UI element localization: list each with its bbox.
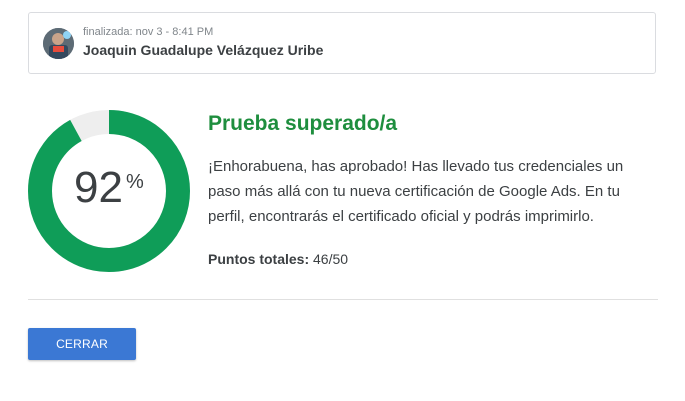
avatar-photo-icon [43, 28, 74, 59]
finished-timestamp: finalizada: nov 3 - 8:41 PM [83, 26, 214, 38]
attempt-info-card: finalizada: nov 3 - 8:41 PM Joaquin Guad… [28, 12, 656, 74]
score-percentage: 92 [74, 163, 123, 212]
close-button[interactable]: CERRAR [28, 328, 136, 360]
result-title: Prueba superado/a [208, 112, 398, 135]
avatar [43, 28, 74, 59]
total-points-value: 46/50 [313, 251, 349, 267]
result-message: ¡Enhorabuena, has aprobado! Has llevado … [208, 158, 624, 225]
total-points: Puntos totales: 46/50 [208, 251, 348, 267]
user-name: Joaquin Guadalupe Velázquez Uribe [83, 42, 324, 58]
divider [28, 299, 658, 300]
total-points-label: Puntos totales: [208, 251, 310, 267]
score-percent-sign: % [126, 171, 144, 193]
